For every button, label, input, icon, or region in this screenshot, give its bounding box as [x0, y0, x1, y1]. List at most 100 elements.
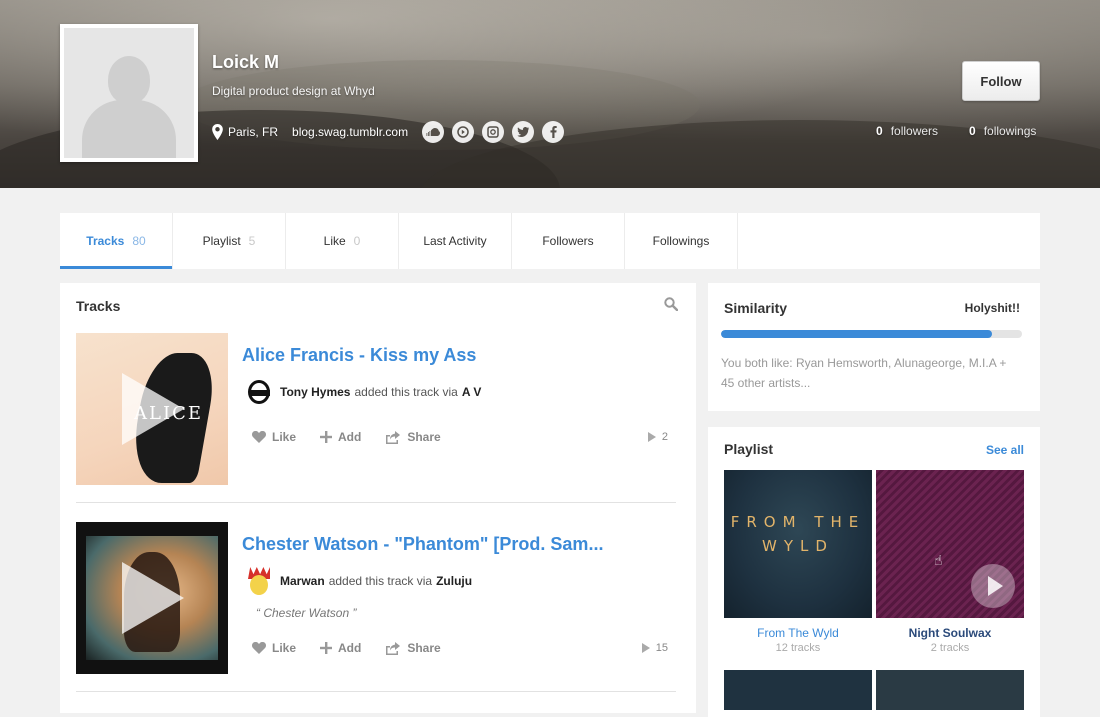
track-added-by: Tony Hymes added this track via A V — [242, 375, 481, 409]
track-thumbnail[interactable]: ALICE — [76, 333, 228, 485]
avatar[interactable] — [60, 24, 198, 162]
track-item: ALICE Alice Francis - Kiss my Ass Tony H… — [76, 333, 676, 503]
play-count: 15 — [641, 638, 668, 658]
play-icon[interactable] — [971, 564, 1015, 608]
share-button[interactable]: Share — [385, 641, 441, 655]
playlist-panel-title: Playlist — [724, 441, 774, 457]
like-button[interactable]: Like — [252, 641, 296, 655]
playlist-card[interactable]: ☝ Night Soulwax 2 tracks — [876, 470, 1024, 654]
social-links — [422, 121, 572, 143]
followings-stat[interactable]: 0 followings — [969, 124, 1036, 138]
profile-tabs: Tracks 80 Playlist 5 Like 0 Last Activit… — [60, 213, 1040, 269]
tab-count: 5 — [248, 234, 256, 248]
youtube-icon[interactable] — [452, 121, 475, 143]
heart-icon — [252, 431, 266, 443]
followers-count: 0 — [876, 124, 883, 138]
location-pin-icon — [212, 124, 223, 140]
via-user-link[interactable]: A V — [462, 385, 482, 399]
playlist-cover[interactable]: ☝ — [876, 470, 1024, 618]
user-name-link[interactable]: Marwan — [280, 574, 325, 588]
track-actions: Like Add Share — [252, 427, 465, 447]
play-count-value: 2 — [661, 431, 668, 443]
added-text: added this track via — [328, 574, 433, 588]
tab-count: 80 — [132, 234, 146, 248]
similarity-level: Holyshit!! — [964, 301, 1020, 315]
tab-count: 0 — [353, 234, 361, 248]
play-count: 2 — [647, 427, 668, 447]
play-count-icon — [647, 432, 656, 442]
like-label: Like — [272, 641, 297, 655]
similarity-panel: Similarity Holyshit!! You both like: Rya… — [708, 283, 1040, 411]
see-all-link[interactable]: See all — [986, 443, 1024, 457]
followings-label: followings — [983, 124, 1037, 138]
avatar-placeholder-icon — [64, 28, 194, 158]
tab-last-activity[interactable]: Last Activity — [399, 213, 512, 269]
share-icon — [386, 430, 401, 444]
add-label: Add — [338, 430, 362, 444]
add-button[interactable]: Add — [320, 641, 361, 655]
similarity-bar — [721, 330, 1022, 338]
added-text: added this track via — [354, 385, 458, 399]
playlist-card[interactable]: FROM THE WYLD From The Wyld 12 tracks — [724, 470, 872, 654]
play-count-value: 15 — [655, 642, 668, 654]
like-button[interactable]: Like — [252, 430, 296, 444]
tab-label: Last Activity — [423, 234, 487, 248]
twitter-icon[interactable] — [512, 121, 535, 143]
playlist-cover-partial[interactable] — [876, 670, 1024, 710]
track-quote: “ Chester Watson ” — [256, 606, 357, 620]
profile-location: Paris, FR — [228, 125, 279, 139]
playlist-name[interactable]: From The Wyld — [724, 626, 872, 640]
heart-icon — [252, 642, 266, 654]
followers-label: followers — [890, 124, 939, 138]
tab-tracks[interactable]: Tracks 80 — [60, 213, 173, 269]
user-name-link[interactable]: Tony Hymes — [280, 385, 350, 399]
plus-icon — [320, 642, 333, 654]
add-label: Add — [338, 641, 362, 655]
profile-name: Loick M — [212, 52, 280, 72]
facebook-icon[interactable] — [542, 121, 565, 143]
soundcloud-icon[interactable] — [422, 121, 445, 143]
tab-followers[interactable]: Followers — [512, 213, 625, 269]
tab-label: Playlist — [202, 234, 241, 248]
add-button[interactable]: Add — [320, 430, 361, 444]
search-icon[interactable] — [664, 297, 678, 311]
profile-header: Loick M Digital product design at Whyd P… — [0, 0, 1100, 188]
tab-followings[interactable]: Followings — [625, 213, 738, 269]
playlist-track-count: 2 tracks — [930, 642, 970, 654]
profile-website-link[interactable]: blog.swag.tumblr.com — [292, 125, 408, 139]
profile-meta: Paris, FR blog.swag.tumblr.com — [212, 120, 572, 144]
user-avatar[interactable] — [242, 565, 274, 597]
playlist-cover[interactable]: FROM THE WYLD — [724, 470, 872, 618]
tab-label: Tracks — [86, 234, 125, 248]
share-icon — [386, 641, 401, 655]
track-actions: Like Add Share — [252, 638, 465, 658]
playlist-track-count: 12 tracks — [775, 642, 821, 654]
similarity-text: You both like: Ryan Hemsworth, Alunageor… — [721, 356, 1007, 390]
playlist-cover-partial[interactable] — [724, 670, 872, 710]
tab-like[interactable]: Like 0 — [286, 213, 399, 269]
hand-cursor-icon: ☝ — [934, 552, 943, 568]
track-added-by: Marwan added this track via Zuluju — [242, 564, 472, 598]
playlist-name[interactable]: Night Soulwax — [876, 626, 1024, 640]
similarity-bar-fill — [721, 330, 992, 338]
share-label: Share — [407, 641, 441, 655]
share-button[interactable]: Share — [385, 430, 441, 444]
track-title[interactable]: Alice Francis - Kiss my Ass — [242, 345, 476, 366]
track-thumbnail[interactable] — [76, 522, 228, 674]
via-user-link[interactable]: Zuluju — [436, 574, 472, 588]
play-icon[interactable] — [122, 373, 184, 445]
tab-label: Followers — [542, 234, 594, 248]
play-icon[interactable] — [122, 562, 184, 634]
user-avatar[interactable] — [242, 376, 274, 408]
like-label: Like — [272, 430, 297, 444]
play-count-icon — [641, 643, 650, 653]
share-label: Share — [407, 430, 441, 444]
tab-playlist[interactable]: Playlist 5 — [173, 213, 286, 269]
followings-count: 0 — [969, 124, 976, 138]
followers-stat[interactable]: 0 followers — [876, 124, 938, 138]
follow-button[interactable]: Follow — [962, 61, 1040, 101]
instagram-icon[interactable] — [482, 121, 505, 143]
track-title[interactable]: Chester Watson - "Phantom" [Prod. Sam... — [242, 534, 603, 555]
tracks-panel-title: Tracks — [76, 298, 121, 314]
tracks-panel: Tracks ALICE Alice Francis - Kiss my Ass… — [60, 283, 696, 713]
